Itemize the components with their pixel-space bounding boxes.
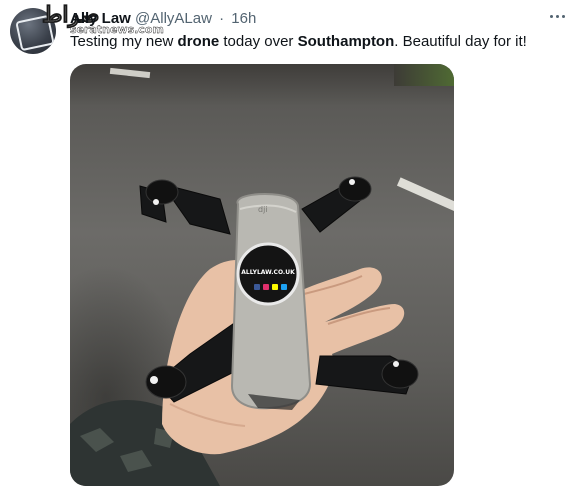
tweet-photo[interactable]: dji ALLYLAW.CO.UK: [70, 64, 454, 486]
tweet[interactable]: صراط seratnews.com Ally Law @AllyALaw · …: [0, 0, 580, 486]
tweet-text-part: today over: [219, 33, 298, 50]
more-horizontal-icon: [561, 14, 565, 18]
tweet-text-bold: drone: [177, 33, 220, 50]
drone-in-hand-illustration: dji ALLYLAW.CO.UK: [70, 176, 419, 486]
tweet-text-bold: Southampton: [297, 33, 395, 50]
sticker-text: ALLYLAW.CO.UK: [241, 269, 295, 276]
tweet-text-part: . Beautiful day for it!: [394, 33, 527, 50]
more-horizontal-icon: [555, 14, 559, 18]
brand-mark: dji: [258, 205, 268, 214]
display-name[interactable]: Ally Law: [70, 10, 131, 27]
tweet-header: Ally Law @AllyALaw · 16h: [70, 10, 256, 27]
separator: ·: [219, 10, 225, 27]
user-handle[interactable]: @AllyALaw: [135, 10, 212, 27]
more-horizontal-icon: [549, 14, 553, 18]
more-options-button[interactable]: [544, 6, 570, 26]
tweet-text: Testing my new drone today over Southamp…: [70, 33, 527, 50]
timestamp[interactable]: 16h: [231, 10, 256, 27]
tweet-text-part: Testing my new: [70, 33, 178, 50]
